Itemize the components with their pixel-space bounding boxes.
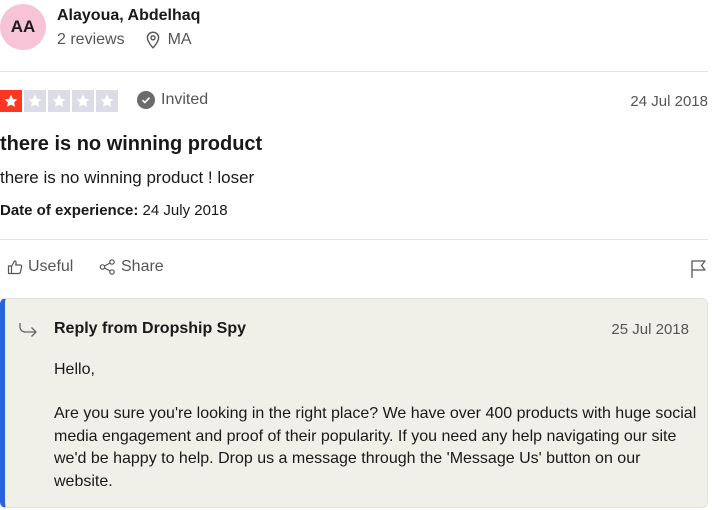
star-icon xyxy=(72,90,94,112)
avatar[interactable]: AA xyxy=(0,4,46,50)
review-actions: Useful Share xyxy=(0,258,712,282)
reply-text: Are you sure you're looking in the right… xyxy=(54,405,697,490)
consumer-meta: 2 reviews MA xyxy=(57,31,192,49)
company-reply: Reply from Dropship Spy 25 Jul 2018 Hell… xyxy=(0,298,708,508)
thumbs-up-icon xyxy=(7,260,23,275)
share-label: Share xyxy=(121,258,164,275)
consumer-country: MA xyxy=(167,31,192,48)
review-date: 24 Jul 2018 xyxy=(630,93,708,110)
share-button[interactable]: Share xyxy=(99,258,164,276)
reply-title: Reply from Dropship Spy xyxy=(54,320,247,337)
location-pin-icon xyxy=(145,31,161,49)
star-icon xyxy=(96,90,118,112)
invited-label: Invited xyxy=(161,91,209,108)
review-title[interactable]: there is no winning product xyxy=(0,133,262,156)
useful-button[interactable]: Useful xyxy=(7,258,73,276)
useful-label: Useful xyxy=(28,258,74,275)
consumer-name[interactable]: Alayoua, Abdelhaq xyxy=(57,7,200,25)
consumer-header: AA Alayoua, Abdelhaq 2 reviews MA xyxy=(0,0,712,72)
divider xyxy=(0,71,708,72)
flag-button[interactable] xyxy=(690,259,708,284)
invited-badge[interactable]: Invited xyxy=(137,91,208,109)
experience-date: 24 July 2018 xyxy=(138,202,228,219)
rating-row: Invited 24 Jul 2018 xyxy=(0,90,708,112)
reply-date: 25 Jul 2018 xyxy=(611,321,689,338)
star-icon xyxy=(0,90,22,112)
divider xyxy=(0,239,708,240)
experience-label: Date of experience: xyxy=(0,202,139,219)
flag-icon xyxy=(691,260,706,278)
date-of-experience: Date of experience: 24 July 2018 xyxy=(0,202,228,219)
reply-greeting: Hello, xyxy=(54,361,95,378)
star-rating xyxy=(0,90,118,112)
reply-arrow-icon xyxy=(18,321,38,342)
check-circle-icon xyxy=(137,91,155,109)
review-body: there is no winning product ! loser xyxy=(0,168,255,187)
star-icon xyxy=(48,90,70,112)
review-count: 2 reviews xyxy=(57,31,125,48)
star-icon xyxy=(24,90,46,112)
share-icon xyxy=(99,259,115,275)
